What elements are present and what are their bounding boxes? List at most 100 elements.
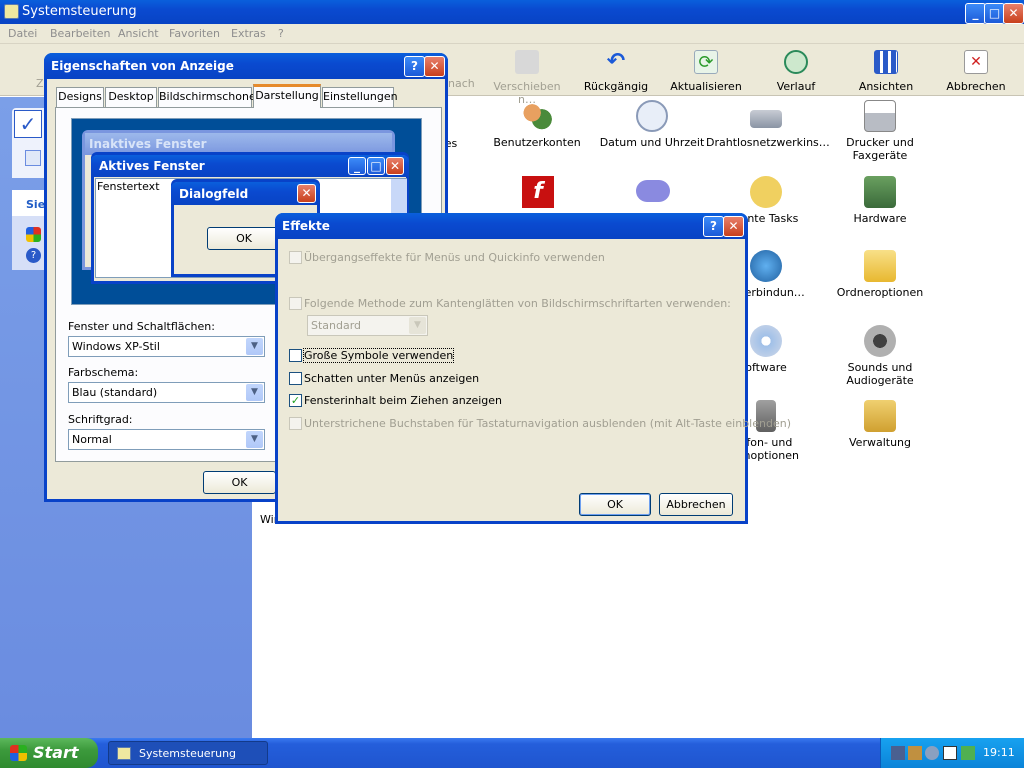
preview-active-title: Aktives Fenster	[99, 159, 205, 173]
see-also-label: Sie	[26, 198, 46, 211]
control-panel-check-icon: ✓	[14, 110, 42, 138]
wireless-network-icon	[750, 110, 782, 128]
control-panel-icon	[4, 4, 19, 19]
views-button[interactable]: Ansichten	[855, 46, 917, 94]
cp-item-wireless[interactable]: Drahtlosnetzwerkins…	[706, 100, 830, 149]
move-button[interactable]: Verschieben n…	[483, 46, 571, 106]
cp-item-printers[interactable]: Drucker und Faxgeräte	[820, 100, 940, 162]
hardware-icon	[864, 176, 896, 208]
control-panel-small-icon	[117, 747, 131, 760]
checkbox-transition-effects[interactable]	[289, 251, 302, 264]
cancel-icon: ✕	[964, 50, 988, 74]
date-time-icon	[636, 100, 668, 132]
menu-ansicht[interactable]: Ansicht	[118, 27, 159, 40]
windows-buttons-select[interactable]: Windows XP-Stil ▼	[68, 336, 265, 357]
large-icons-label: Große Symbole verwenden	[302, 348, 455, 363]
preview-dialog-title: Dialogfeld	[179, 187, 249, 201]
checkbox-show-window-contents[interactable]: ✓	[289, 394, 302, 407]
cp-item-sounds[interactable]: Sounds und Audiogeräte	[820, 325, 940, 387]
main-title-bar[interactable]: Systemsteuerung _ □ ✕	[0, 0, 1024, 24]
chevron-down-icon: ▼	[246, 384, 263, 401]
smoothing-method-select[interactable]: Standard ▼	[307, 315, 428, 336]
tab-appearance[interactable]: Darstellung	[253, 84, 321, 108]
folder-options-icon	[864, 250, 896, 282]
taskbar: Start Systemsteuerung 19:11	[0, 738, 1024, 768]
tab-settings[interactable]: Einstellungen	[322, 87, 398, 107]
history-button[interactable]: Verlauf	[770, 46, 822, 94]
effects-cancel-button[interactable]: Abbrechen	[659, 493, 733, 516]
effects-close-button[interactable]: ✕	[723, 216, 744, 237]
tab-designs[interactable]: Designs	[56, 87, 104, 107]
administration-icon	[864, 400, 896, 432]
switch-view-icon[interactable]	[25, 150, 41, 166]
tab-desktop[interactable]: Desktop	[105, 87, 157, 107]
font-size-select[interactable]: Normal ▼	[68, 429, 265, 450]
tray-calendar-icon[interactable]	[943, 746, 957, 760]
history-icon	[784, 50, 808, 74]
help-icon[interactable]: ?	[26, 248, 41, 263]
cp-item-date-time[interactable]: Datum und Uhrzeit	[592, 100, 712, 149]
effects-title: Effekte	[282, 219, 330, 233]
cp-item-hardware[interactable]: Hardware	[820, 176, 940, 225]
preview-close-icon: ✕	[386, 157, 404, 175]
preview-minimize-icon: _	[348, 157, 366, 175]
flash-player-icon[interactable]: f	[522, 176, 554, 208]
display-ok-button[interactable]: OK	[203, 471, 276, 494]
checkbox-large-icons[interactable]	[289, 349, 302, 362]
checkbox-menu-shadow[interactable]	[289, 372, 302, 385]
tray-network-icon[interactable]	[891, 746, 905, 760]
transition-effects-label: Übergangseffekte für Menüs und Quickinfo…	[304, 251, 605, 264]
tray-display-icon[interactable]	[908, 746, 922, 760]
main-title: Systemsteuerung	[22, 4, 137, 19]
preview-inactive-title: Inaktives Fenster	[89, 137, 207, 151]
display-close-button[interactable]: ✕	[424, 56, 445, 77]
effects-help-button[interactable]: ?	[703, 216, 724, 237]
menu-bar: Datei Bearbeiten Ansicht Favoriten Extra…	[0, 24, 1024, 44]
cp-item-administration[interactable]: Verwaltung	[820, 400, 940, 449]
refresh-button[interactable]: ⟳ Aktualisieren	[670, 46, 742, 94]
tray-update-icon[interactable]	[961, 746, 975, 760]
menu-extras[interactable]: Extras	[231, 27, 266, 40]
hide-underlines-label: Unterstrichene Buchstaben für Tastaturna…	[304, 417, 791, 430]
display-dialog-title-bar[interactable]: Eigenschaften von Anzeige ? ✕	[44, 53, 448, 79]
taskbar-item-control-panel[interactable]: Systemsteuerung	[108, 741, 268, 765]
cancel-toolbar-button[interactable]: ✕ Abbrechen	[945, 46, 1007, 94]
cp-item-folder-options[interactable]: Ordneroptionen	[820, 250, 940, 299]
windows-update-icon[interactable]	[26, 227, 41, 242]
show-window-contents-label: Fensterinhalt beim Ziehen anzeigen	[304, 394, 503, 407]
checkbox-hide-underlines[interactable]	[289, 417, 302, 430]
checkbox-font-smoothing[interactable]	[289, 297, 302, 310]
sounds-icon	[864, 325, 896, 357]
color-scheme-select[interactable]: Blau (standard) ▼	[68, 382, 265, 403]
tab-screensaver[interactable]: Bildschirmschoner	[158, 87, 260, 107]
chevron-down-icon: ▼	[246, 431, 263, 448]
preview-window-text: Fenstertext	[97, 180, 160, 193]
chevron-down-icon: ▼	[246, 338, 263, 355]
menu-favoriten[interactable]: Favoriten	[169, 27, 220, 40]
tray-volume-icon[interactable]	[925, 746, 939, 760]
cp-item-user-accounts[interactable]: Benutzerkonten	[477, 100, 597, 149]
menu-datei[interactable]: Datei	[8, 27, 37, 40]
preview-ok-button: OK	[207, 227, 281, 250]
display-help-button[interactable]: ?	[404, 56, 425, 77]
game-controller-icon[interactable]	[636, 180, 670, 202]
start-button[interactable]: Start	[0, 738, 98, 768]
display-dialog-title: Eigenschaften von Anzeige	[51, 59, 234, 73]
network-connections-icon	[750, 250, 782, 282]
undo-button[interactable]: ↶ Rückgängig	[582, 46, 650, 94]
close-button[interactable]: ✕	[1003, 3, 1024, 24]
effects-ok-button[interactable]: OK	[579, 493, 651, 516]
windows-buttons-label: Fenster und Schaltflächen:	[68, 320, 215, 333]
undo-icon: ↶	[606, 49, 626, 74]
minimize-button[interactable]: _	[965, 3, 986, 24]
maximize-button[interactable]: □	[984, 3, 1005, 24]
chevron-down-icon: ▼	[409, 317, 426, 334]
system-tray: 19:11	[880, 738, 1024, 768]
menu-help[interactable]: ?	[278, 27, 284, 40]
menu-bearbeiten[interactable]: Bearbeiten	[50, 27, 110, 40]
font-smoothing-label: Folgende Methode zum Kantenglätten von B…	[304, 297, 731, 310]
effects-title-bar[interactable]: Effekte ? ✕	[275, 213, 748, 239]
preview-maximize-icon: □	[367, 157, 385, 175]
printer-icon	[864, 100, 896, 132]
color-scheme-label: Farbschema:	[68, 366, 139, 379]
